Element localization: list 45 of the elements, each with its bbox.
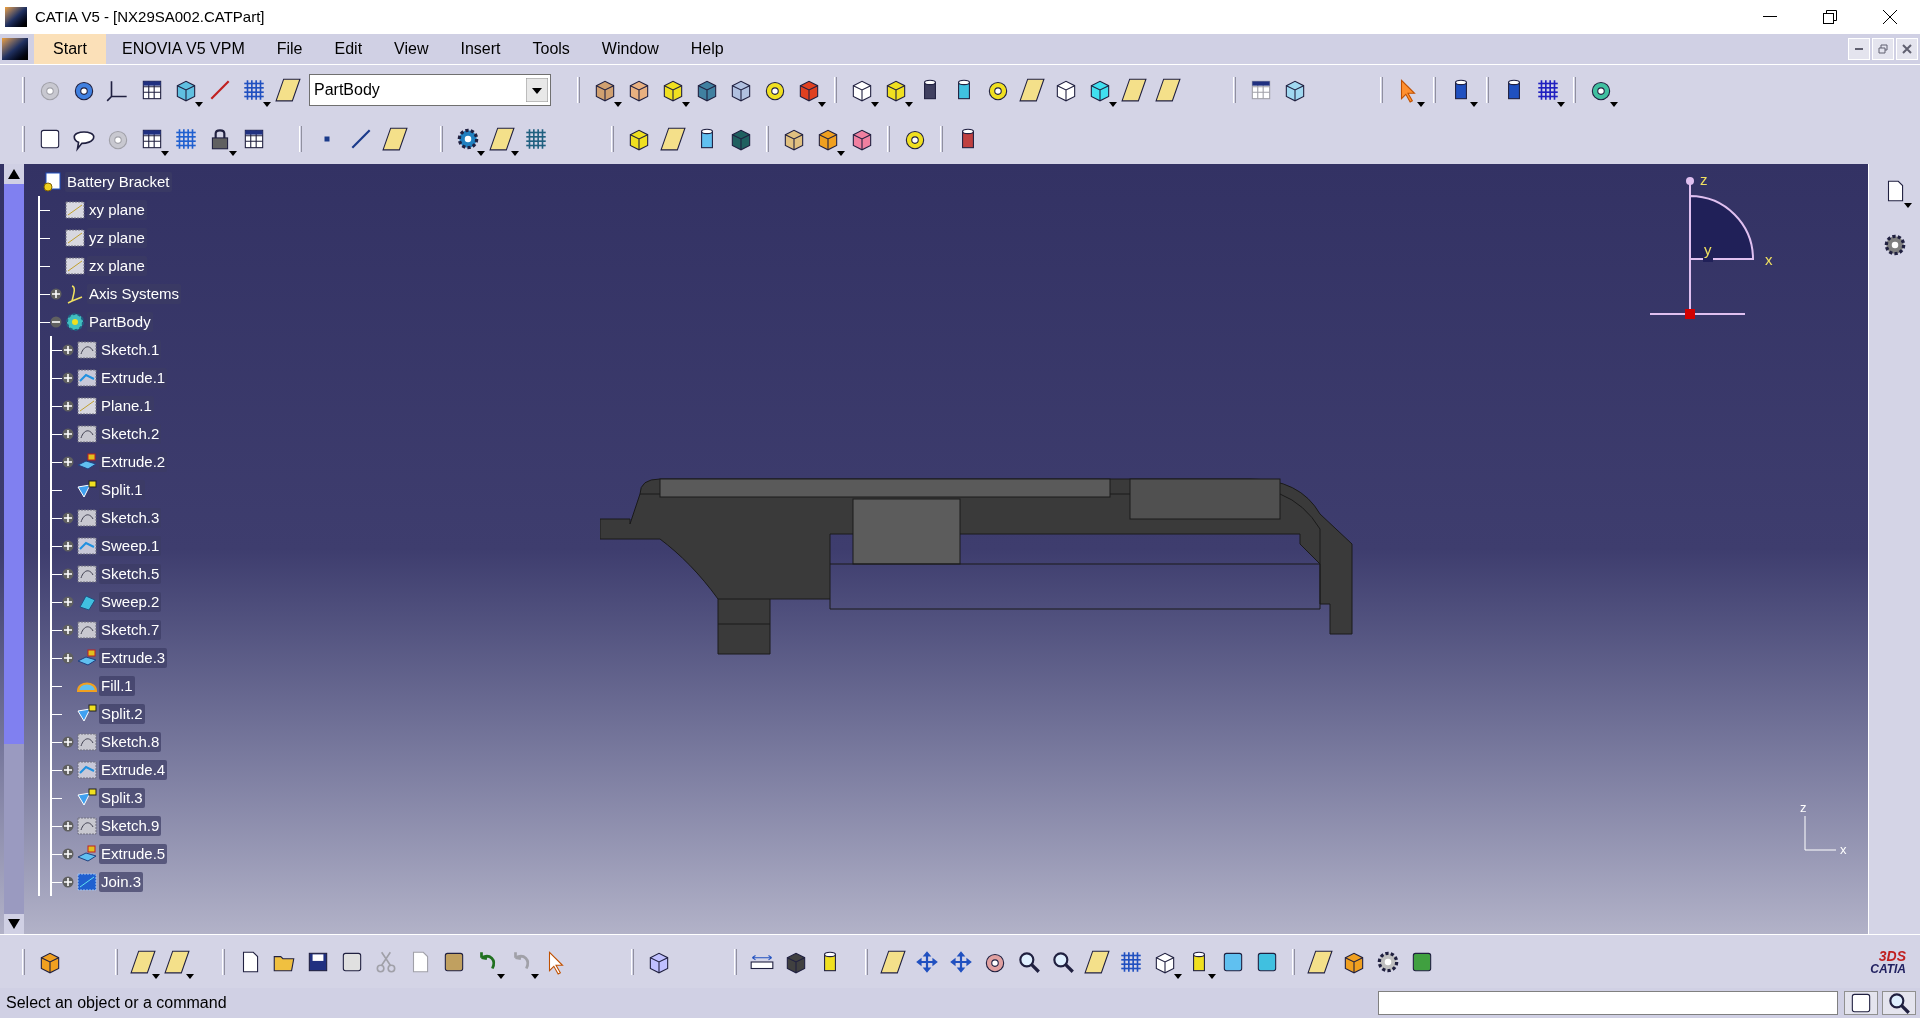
tree-item[interactable]: Sweep.2 (99, 592, 162, 612)
menu-item[interactable]: Edit (324, 34, 373, 64)
tree-item[interactable]: Join.3 (99, 872, 144, 892)
logo-mark: 3DS (1878, 948, 1906, 963)
menu-item[interactable]: ENOVIA V5 VPM (112, 34, 255, 64)
tree-item[interactable]: zx plane (87, 256, 147, 276)
tree-item[interactable]: Fill.1 (99, 676, 135, 696)
tree-item[interactable]: Battery Bracket (65, 172, 172, 192)
tree-item[interactable]: Split.2 (99, 704, 145, 724)
tree-item[interactable]: Split.1 (99, 480, 145, 500)
menu-item[interactable]: Insert (450, 34, 511, 64)
tree-item[interactable]: Plane.1 (99, 396, 154, 416)
menu-item[interactable]: Window (591, 34, 669, 64)
tree-item[interactable]: Extrude.5 (99, 844, 168, 864)
logo-text: CATIA (1870, 962, 1906, 975)
triad-axis-label: x (1840, 841, 1847, 859)
tree-item[interactable]: Extrude.2 (99, 452, 168, 472)
tree-item[interactable]: Sketch.1 (99, 340, 162, 360)
tree-item[interactable]: Sketch.9 (99, 816, 162, 836)
menu-item[interactable]: View (384, 34, 439, 64)
body-selector[interactable]: PartBody (309, 73, 551, 106)
menu-item[interactable]: Help (680, 34, 734, 64)
tree-item[interactable]: Extrude.1 (99, 368, 168, 388)
tree-item[interactable]: Sketch.2 (99, 424, 162, 444)
tree-item[interactable]: Extrude.3 (99, 648, 168, 668)
tree-item[interactable]: Sketch.7 (99, 620, 162, 640)
tree-item[interactable]: xy plane (87, 200, 147, 220)
tree-item[interactable]: yz plane (87, 228, 147, 248)
window-title: CATIA V5 - [NX29SA002.CATPart] (35, 6, 265, 27)
menu-item[interactable]: Start (34, 34, 106, 64)
tree-item[interactable]: Sketch.8 (99, 732, 162, 752)
tree-item[interactable]: Axis Systems (87, 284, 181, 304)
menu-item[interactable]: File (266, 34, 313, 64)
tree-item[interactable]: PartBody (87, 312, 153, 332)
triad-axis-label: z (1800, 799, 1807, 817)
tree-item[interactable]: Extrude.4 (99, 760, 168, 780)
status-message: Select an object or a command (6, 993, 227, 1013)
compass-axis-label: x (1765, 250, 1773, 270)
selector-value: PartBody (313, 79, 381, 100)
tree-item[interactable]: Sketch.5 (99, 564, 162, 584)
compass-axis-label: z (1700, 170, 1708, 190)
tree-item[interactable]: Sketch.3 (99, 508, 162, 528)
tree-item[interactable]: Sweep.1 (99, 536, 162, 556)
tree-item[interactable]: Split.3 (99, 788, 145, 808)
menu-item[interactable]: Tools (522, 34, 580, 64)
